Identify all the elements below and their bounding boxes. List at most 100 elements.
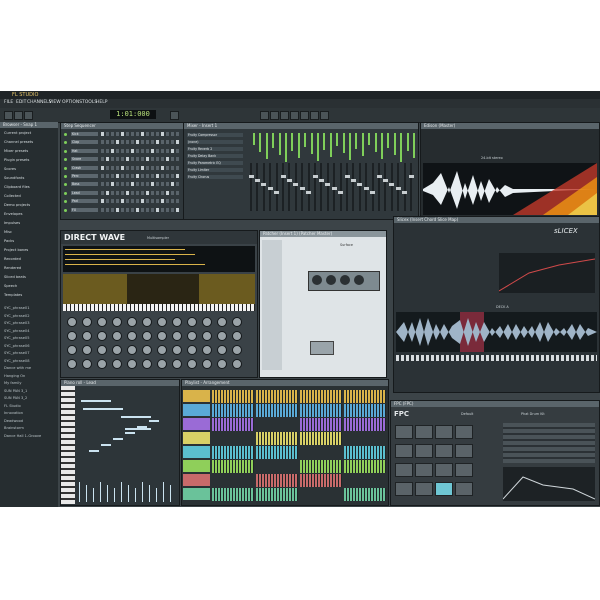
parameter-knob[interactable] [67, 345, 77, 355]
browser-file[interactable]: Hanging On [4, 374, 25, 378]
step-button[interactable] [166, 190, 169, 195]
step-button[interactable] [166, 157, 169, 162]
step-button[interactable] [116, 182, 119, 187]
channel-mute-led[interactable] [64, 200, 67, 204]
tool-button-4[interactable] [290, 111, 299, 120]
parameter-knob[interactable] [142, 359, 152, 369]
parameter-knob[interactable] [127, 345, 137, 355]
parameter-knob[interactable] [187, 359, 197, 369]
menu-options[interactable]: OPTIONS [62, 100, 82, 105]
step-button[interactable] [116, 140, 119, 145]
velocity-bar[interactable] [135, 488, 136, 502]
audio-clip[interactable] [344, 390, 386, 403]
mixer-fader[interactable] [378, 163, 380, 211]
channel-button[interactable]: Crash [71, 165, 98, 170]
tool-button-5[interactable] [300, 111, 309, 120]
step-button[interactable] [151, 190, 154, 195]
drum-pad[interactable] [415, 482, 433, 496]
step-button[interactable] [176, 207, 179, 212]
step-button[interactable] [171, 140, 174, 145]
step-button[interactable] [101, 182, 104, 187]
fader-handle[interactable] [280, 175, 286, 178]
mixer-fader[interactable] [339, 163, 342, 211]
fader-handle[interactable] [318, 179, 324, 182]
step-button[interactable] [146, 140, 149, 145]
audio-clip[interactable] [344, 418, 386, 431]
parameter-knob[interactable] [97, 331, 107, 341]
step-button[interactable] [151, 199, 154, 204]
fader-handle[interactable] [261, 183, 267, 186]
browser-file[interactable]: SYC_phrase05 [4, 336, 29, 340]
audio-clip[interactable] [256, 390, 298, 403]
step-button[interactable] [121, 190, 124, 195]
browser-folder[interactable]: Rendered [4, 266, 21, 270]
parameter-knob[interactable] [82, 345, 92, 355]
fpc-envelope[interactable] [503, 467, 595, 501]
step-button[interactable] [126, 148, 129, 153]
fpc-kit[interactable]: Phat Drum Kit [521, 412, 545, 416]
channel-mute-led[interactable] [64, 191, 67, 195]
parameter-knob[interactable] [82, 359, 92, 369]
browser-folder[interactable]: Packs [4, 239, 14, 243]
parameter-knob[interactable] [172, 317, 182, 327]
velocity-bar[interactable] [100, 482, 101, 502]
fader-handle[interactable] [357, 183, 363, 186]
step-button[interactable] [161, 140, 164, 145]
channel-button[interactable]: Pad [71, 199, 98, 204]
step-button[interactable] [116, 174, 119, 178]
step-button[interactable] [166, 174, 169, 178]
fpc-layer-list[interactable] [503, 423, 595, 463]
effect-slot[interactable]: Fruity Chorus [187, 175, 243, 179]
channel-mute-led[interactable] [64, 166, 67, 170]
menu-tools[interactable]: TOOLS [82, 100, 97, 105]
slicex-envelope[interactable] [498, 253, 596, 293]
step-button[interactable] [106, 132, 109, 136]
step-button[interactable] [141, 174, 144, 178]
browser-file[interactable]: Dance with me [4, 366, 31, 370]
step-button[interactable] [121, 165, 124, 170]
sample-list[interactable] [63, 246, 255, 272]
step-button[interactable] [171, 190, 174, 195]
fader-handle[interactable] [344, 175, 350, 178]
channel-mute-led[interactable] [64, 141, 67, 145]
drum-pad[interactable] [435, 444, 453, 458]
track-header[interactable] [183, 474, 210, 486]
parameter-knob[interactable] [142, 317, 152, 327]
step-button[interactable] [141, 140, 144, 145]
parameter-knob[interactable] [127, 317, 137, 327]
parameter-knob[interactable] [217, 331, 227, 341]
track-header[interactable] [183, 460, 210, 472]
fader-handle[interactable] [363, 187, 369, 190]
step-button[interactable] [131, 157, 134, 162]
step-button[interactable] [106, 157, 109, 162]
track-header[interactable] [183, 418, 210, 430]
audio-clip[interactable] [212, 404, 254, 417]
step-button[interactable] [156, 165, 159, 170]
step-button[interactable] [146, 207, 149, 212]
channel-button[interactable]: Bass [71, 182, 98, 187]
step-button[interactable] [111, 182, 114, 187]
parameter-knob[interactable] [112, 345, 122, 355]
step-button[interactable] [171, 207, 174, 212]
audio-clip[interactable] [300, 390, 342, 403]
step-button[interactable] [141, 207, 144, 212]
step-button[interactable] [101, 165, 104, 170]
step-button[interactable] [156, 174, 159, 178]
audio-clip[interactable] [256, 404, 298, 417]
step-button[interactable] [106, 174, 109, 178]
step-button[interactable] [131, 190, 134, 195]
fader-handle[interactable] [286, 179, 292, 182]
step-button[interactable] [141, 190, 144, 195]
patcher-node[interactable] [310, 341, 334, 355]
mixer-fader[interactable] [410, 163, 412, 211]
parameter-knob[interactable] [187, 317, 197, 327]
step-button[interactable] [136, 157, 139, 162]
tool-button-6[interactable] [310, 111, 319, 120]
zone-map[interactable] [63, 274, 255, 304]
step-button[interactable] [176, 174, 179, 178]
step-button[interactable] [126, 165, 129, 170]
audio-clip[interactable] [212, 488, 254, 501]
audio-clip[interactable] [300, 432, 342, 445]
step-button[interactable] [171, 148, 174, 153]
parameter-knob[interactable] [127, 359, 137, 369]
